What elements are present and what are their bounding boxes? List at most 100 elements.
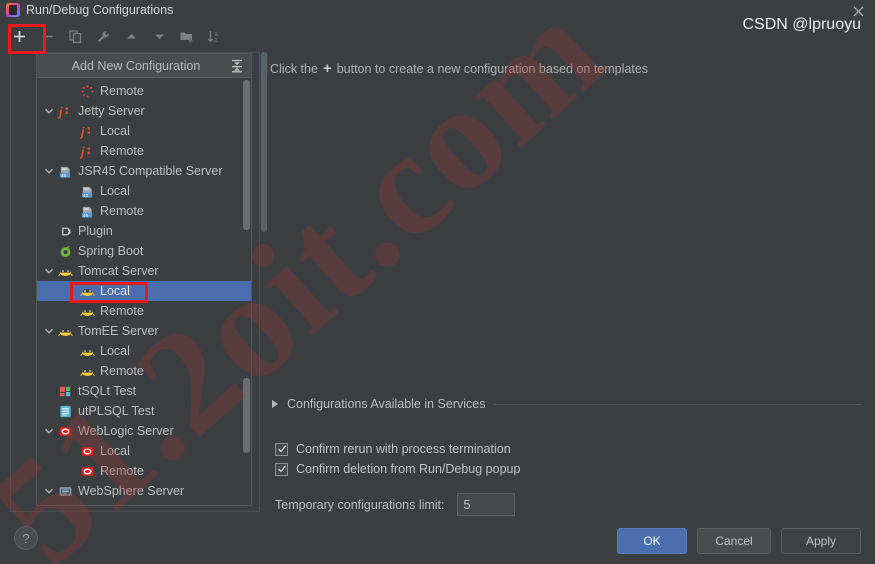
svg-text:z: z [215, 38, 218, 44]
move-up-button[interactable] [118, 24, 144, 48]
checkbox-box[interactable] [275, 462, 288, 476]
tree-item-local[interactable]: j Local [37, 121, 251, 141]
tree-item-label: Remote [100, 144, 144, 158]
utplsql-icon [57, 403, 74, 419]
apply-button[interactable]: Apply [781, 528, 861, 554]
scrollbar-thumb[interactable] [261, 52, 267, 232]
tree-item-tomee-server[interactable]: TomEE Server [37, 321, 251, 341]
tree-item-websphere-server[interactable]: WebSphere Server [37, 481, 251, 501]
move-into-folder-button[interactable] [174, 24, 200, 48]
tree-item-label: Remote [100, 304, 144, 318]
tree-item-remote[interactable]: Remote [37, 361, 251, 381]
cancel-button[interactable]: Cancel [697, 528, 771, 554]
confirm-rerun-checkbox[interactable]: Confirm rerun with process termination [275, 442, 511, 456]
chevron-down-icon[interactable] [41, 426, 57, 436]
help-button[interactable]: ? [14, 526, 38, 550]
services-section-header[interactable]: Configurations Available in Services [270, 397, 861, 411]
tree-item-label: Local [100, 444, 130, 458]
svg-text:45: 45 [61, 172, 67, 177]
popup-body: Remote j Jetty Server j Local j Remote 45 JSR45 … [37, 78, 251, 505]
tree-item-label: Local [100, 284, 130, 298]
tomcat-icon [79, 303, 96, 319]
tree-item-utplsql-test[interactable]: utPLSQL Test [37, 401, 251, 421]
tsqlt-icon [57, 383, 74, 399]
spring-boot-icon [57, 243, 74, 259]
tree-item-label: Remote [100, 204, 144, 218]
jetty-icon: j [79, 143, 96, 159]
collapse-all-icon[interactable] [229, 58, 245, 74]
add-configuration-button[interactable] [6, 24, 32, 48]
tomcat-icon [79, 363, 96, 379]
tomcat-icon [79, 283, 96, 299]
tree-item-spring-boot[interactable]: Spring Boot [37, 241, 251, 261]
tree-item-local[interactable]: Local [37, 281, 251, 301]
csdn-watermark: CSDN @lpruoyu [742, 16, 862, 33]
checkbox-label: Confirm rerun with process termination [296, 442, 511, 456]
chevron-down-icon[interactable] [41, 106, 57, 116]
triangle-right-icon[interactable] [270, 399, 280, 409]
tree-item-plugin[interactable]: Plugin [37, 221, 251, 241]
remove-configuration-button[interactable] [34, 24, 60, 48]
popup-scrollbar-thumb-top[interactable] [243, 80, 250, 230]
configuration-templates-tree[interactable]: Remote j Jetty Server j Local j Remote 45 JSR45 … [37, 78, 251, 505]
weblogic-icon [79, 443, 96, 459]
tree-item-jsr45-compatible-server[interactable]: 45 JSR45 Compatible Server [37, 161, 251, 181]
tree-item-tomcat-server[interactable]: Tomcat Server [37, 261, 251, 281]
configurations-scrollbar[interactable] [260, 52, 268, 512]
checkbox-label: Confirm deletion from Run/Debug popup [296, 462, 521, 476]
popup-scrollbar-thumb-bottom[interactable] [243, 378, 250, 453]
edit-templates-button[interactable] [90, 24, 116, 48]
configuration-details-panel: Click the + button to create a new confi… [270, 52, 867, 516]
tomcat-icon [79, 343, 96, 359]
tree-item-remote[interactable]: 45 Remote [37, 201, 251, 221]
sort-configurations-button[interactable]: a z [202, 24, 228, 48]
empty-state-hint: Click the + button to create a new confi… [270, 52, 867, 77]
tree-item-remote[interactable]: Remote [37, 301, 251, 321]
tree-item-remote[interactable]: j Remote [37, 141, 251, 161]
tree-item-remote[interactable]: Remote [37, 81, 251, 101]
plus-icon: + [322, 60, 332, 77]
copy-configuration-button[interactable] [62, 24, 88, 48]
jsr45-icon: 45 [79, 183, 96, 199]
confirm-deletion-checkbox[interactable]: Confirm deletion from Run/Debug popup [275, 462, 520, 476]
tree-item-tsqlt-test[interactable]: tSQLt Test [37, 381, 251, 401]
section-divider [492, 403, 861, 405]
move-down-button[interactable] [146, 24, 172, 48]
hint-suffix: button to create a new configuration bas… [336, 61, 649, 76]
tomcat-icon [57, 323, 74, 339]
tree-item-label: utPLSQL Test [78, 404, 155, 418]
chevron-down-icon[interactable] [41, 166, 57, 176]
tree-item-local[interactable]: 45 Local [37, 181, 251, 201]
tree-item-local[interactable]: Local [37, 341, 251, 361]
add-new-configuration-popup: Add New Configuration Remote j Jetty Serve… [36, 53, 252, 506]
tree-item-remote[interactable]: Remote [37, 461, 251, 481]
temp-limit-input[interactable] [456, 493, 515, 516]
tree-item-label: Local [100, 184, 130, 198]
temp-limit-label: Temporary configurations limit: [275, 497, 445, 512]
chevron-down-icon[interactable] [41, 266, 57, 276]
configurations-toolbar: a z [0, 22, 228, 50]
chevron-down-icon[interactable] [41, 326, 57, 336]
tree-item-label: Tomcat Server [78, 264, 159, 278]
tree-item-label: WebSphere Server [78, 484, 185, 498]
popup-header: Add New Configuration [37, 54, 251, 78]
svg-text:45: 45 [83, 192, 89, 197]
tree-item-local[interactable]: Local [37, 441, 251, 461]
weblogic-icon [57, 423, 74, 439]
services-section-title: Configurations Available in Services [287, 397, 486, 411]
chevron-down-icon[interactable] [41, 486, 57, 496]
jsr45-icon: 45 [79, 203, 96, 219]
tree-item-label: Local [100, 344, 130, 358]
checkbox-box[interactable] [275, 442, 288, 456]
hint-prefix: Click the [270, 61, 318, 76]
popup-title: Add New Configuration [71, 58, 201, 73]
jsr45-icon: 45 [57, 163, 74, 179]
ok-button[interactable]: OK [617, 528, 687, 554]
tree-item-label: Plugin [78, 224, 113, 238]
tree-item-jetty-server[interactable]: j Jetty Server [37, 101, 251, 121]
tree-item-label: tSQLt Test [78, 384, 137, 398]
svg-text:j: j [80, 125, 85, 139]
tree-item-label: WebLogic Server [78, 424, 174, 438]
tree-item-weblogic-server[interactable]: WebLogic Server [37, 421, 251, 441]
tree-item-label: Jetty Server [78, 104, 145, 118]
